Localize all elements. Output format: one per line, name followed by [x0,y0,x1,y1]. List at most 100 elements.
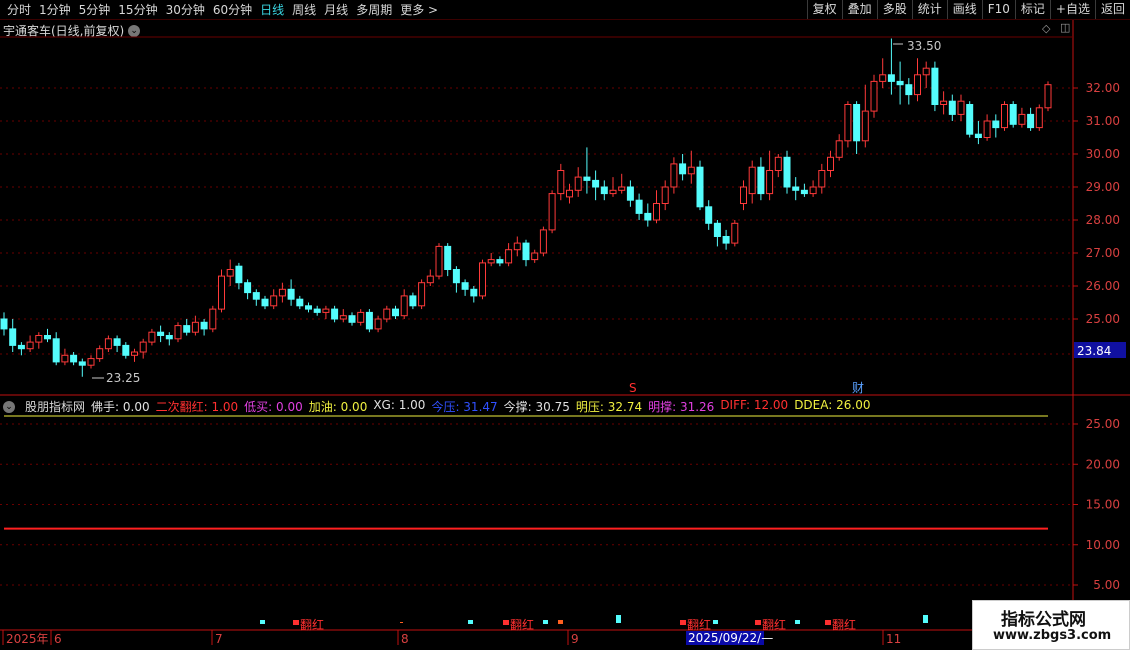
signal-bar [616,615,621,623]
candle-body [983,120,991,138]
watermark-url: www.zbgs3.com [993,628,1112,643]
date-label: 11 [886,632,901,646]
candle-body [574,176,582,191]
candle-body [592,179,600,188]
indicator-value-4: XG: 1.00 [373,398,426,412]
candle-body [104,338,112,350]
candle-body [896,80,904,86]
signal-bar [400,622,403,623]
candle-body [487,259,495,264]
candle-body [435,245,443,277]
price-tick-label: 25.00 [1086,312,1120,326]
candle-body [879,74,887,82]
candle-body [844,104,852,142]
indicator-tick-label: 20.00 [1086,457,1120,471]
candle-body [661,186,669,204]
candle-body [191,321,199,333]
candle-body [513,242,521,251]
indicator-tick-label: 25.00 [1086,417,1120,431]
candle-body [687,166,695,175]
indicator-tick-label: 10.00 [1086,538,1120,552]
candle-body [452,269,460,284]
price-tick-label: 29.00 [1086,180,1120,194]
price-tick-label: 31.00 [1086,114,1120,128]
candle-body [583,176,591,181]
candle-body [400,295,408,317]
candle-body [87,358,95,366]
candle-body [774,156,782,172]
candle-body [853,104,861,142]
signal-bar [795,620,800,624]
cursor-date-label: 2025/09/22/— [688,631,773,645]
candle-body [635,199,643,214]
kline-chart[interactable]: 32.00 31.00 30.00 29.00 28.00 27.00 26.00 25.00… [0,0,1130,650]
candle-body [748,166,756,195]
candle-body [940,100,948,105]
signal-bar [260,620,265,624]
candle-body [557,170,565,195]
candle-body [113,338,121,346]
fan-hong-mark [503,620,509,625]
candle-body [505,249,513,264]
candle-body [609,189,617,195]
candle-body [696,166,704,208]
price-tick-label: 32.00 [1086,81,1120,95]
signal-bar [543,620,548,624]
candle-body [9,328,17,346]
candle-body [496,259,504,264]
candle-body [226,269,234,277]
indicator-value-2: 低买: 0.00 [244,400,303,414]
candle-body [287,288,295,300]
candle-body [261,298,269,307]
indicator-tick-label: 5.00 [1093,578,1120,592]
signal-bar [713,620,718,624]
low-label: 23.25 [106,371,140,385]
candle-body [705,206,713,224]
candle-body [296,298,304,307]
candle-body [800,189,808,195]
indicator-value-6: 今撑: 30.75 [503,400,570,414]
candle-body [470,288,478,297]
candle-body [26,341,34,350]
candle-body [1018,113,1026,125]
candle-body [174,325,182,340]
indicator-value-8: 明撑: 31.26 [648,400,715,414]
candle-body [35,335,43,343]
candle-body [78,361,86,366]
cai-marker: 财 [852,381,864,395]
candle-body [783,156,791,188]
candle-body [305,305,312,310]
candle-body [548,193,556,231]
candle-body [96,348,104,360]
date-label: 2025年 [6,632,49,646]
candle-body [731,222,739,244]
candle-body [322,308,330,313]
candle-body [348,315,356,323]
candle-body [992,120,1000,129]
date-label: 9 [571,632,579,646]
candle-body [444,245,452,270]
candle-body [626,186,634,201]
indicator-value-10: DDEA: 26.00 [794,398,871,412]
candle-body [722,236,730,244]
candle-body [905,84,913,96]
candle-body [644,212,652,221]
candle-body [200,321,208,330]
fan-hong-label: 翻红 [300,617,324,632]
candle-body [1044,84,1052,109]
candle-body [252,292,260,300]
candle-body [835,140,843,158]
candle-body [922,67,930,76]
indicator-name[interactable]: 股朋指标网 [25,398,85,415]
price-tick-label: 26.00 [1086,279,1120,293]
candle-body [566,189,573,198]
price-tick-label: 30.00 [1086,147,1120,161]
candle-body [948,100,956,115]
candle-body [52,338,60,363]
candle-body [887,74,895,82]
candle-body [539,229,547,254]
fan-hong-mark [825,620,831,625]
candle-body [70,354,78,363]
candle-body [653,203,660,221]
chevron-down-icon[interactable]: ⌄ [3,400,15,413]
